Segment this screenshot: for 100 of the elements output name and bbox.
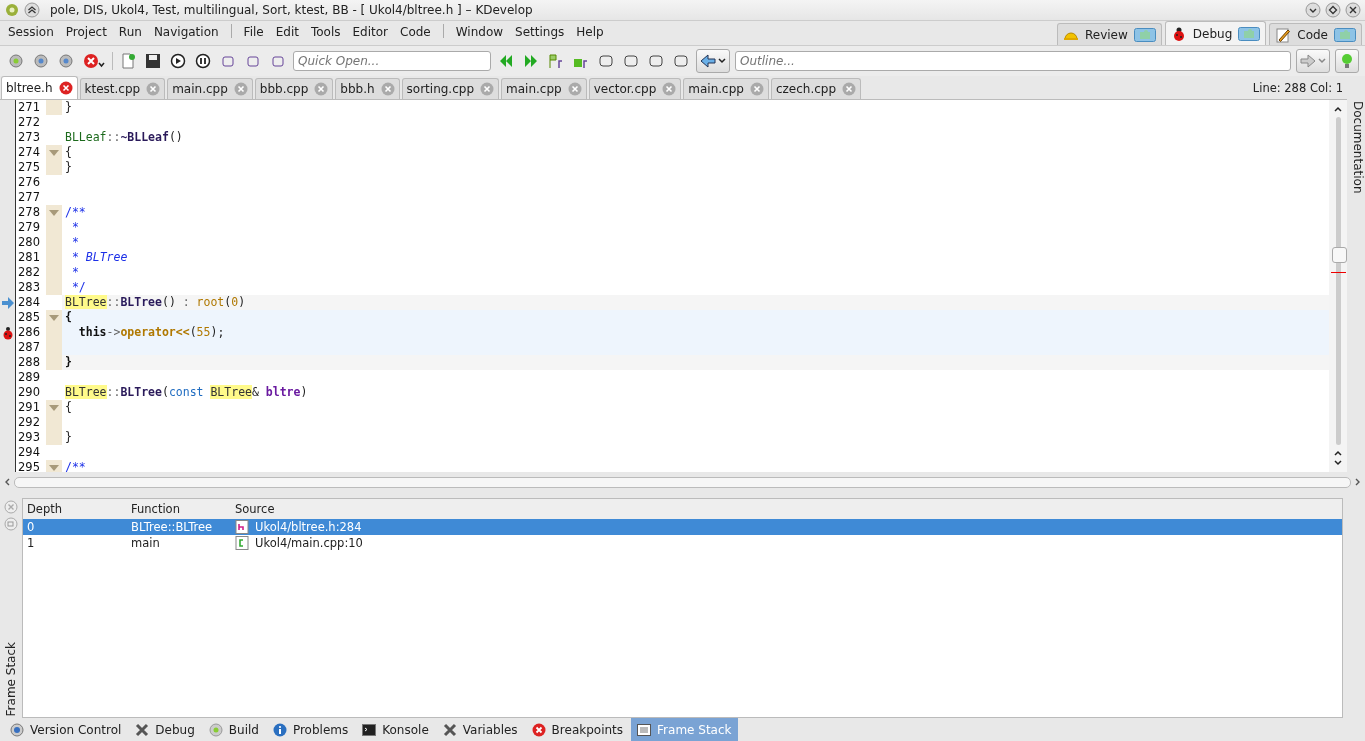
document-tab[interactable]: bbb.h xyxy=(335,78,400,99)
perspective-tab[interactable]: Code xyxy=(1269,23,1362,45)
fold-region-bar[interactable] xyxy=(46,145,62,160)
document-tab[interactable]: main.cpp xyxy=(683,78,769,99)
tool-view-button[interactable]: Problems xyxy=(266,718,355,741)
terminal-icon xyxy=(362,722,377,737)
line-number: 284 xyxy=(15,295,46,310)
line-number: 290 xyxy=(15,385,46,400)
document-tab[interactable]: main.cpp xyxy=(167,78,253,99)
table-row[interactable]: 1 main Ukol4/main.cpp:10 xyxy=(23,535,1342,551)
menu-item[interactable]: Project xyxy=(59,25,113,45)
fold-triangle-icon[interactable] xyxy=(49,404,59,411)
fold-triangle-icon[interactable] xyxy=(49,209,59,216)
perspective-tab[interactable]: Review xyxy=(1056,23,1162,45)
gear-icon[interactable] xyxy=(33,53,49,69)
document-tab[interactable]: bltree.h xyxy=(1,76,78,99)
forward-button[interactable] xyxy=(1296,49,1330,73)
gear-icon[interactable] xyxy=(8,53,24,69)
column-header[interactable]: Depth xyxy=(23,502,127,516)
pause-icon[interactable] xyxy=(195,53,211,69)
line-number: 289 xyxy=(15,370,46,385)
puzzle-icon xyxy=(1238,26,1261,41)
fold-triangle-icon[interactable] xyxy=(49,149,59,156)
code-line: * BLTree xyxy=(70,250,129,265)
outline-field[interactable]: Outline... xyxy=(735,51,1291,71)
hint-button[interactable] xyxy=(1335,49,1359,73)
save-icon[interactable] xyxy=(145,53,161,69)
document-tab[interactable]: vector.cpp xyxy=(588,78,682,99)
fold-region-bar[interactable] xyxy=(46,460,62,472)
stop-icon[interactable] xyxy=(83,53,105,69)
play-icon[interactable] xyxy=(170,53,186,69)
fold-region-bar[interactable] xyxy=(46,310,62,325)
back-arrow-icon[interactable] xyxy=(498,53,514,69)
documentation-tab[interactable]: Documentation xyxy=(1347,99,1365,472)
current-line-marker xyxy=(1330,272,1346,273)
menu-item[interactable]: Help xyxy=(570,25,610,45)
tool-view-button[interactable]: Version Control xyxy=(4,718,128,741)
panel-title: Frame Stack xyxy=(4,641,18,718)
menu-item[interactable]: Settings xyxy=(509,25,571,45)
light-bulb-icon xyxy=(1339,53,1355,69)
scroll-down-icon[interactable] xyxy=(1334,460,1342,466)
code-line: } xyxy=(64,100,73,115)
maximize-icon[interactable] xyxy=(1325,2,1341,18)
cpp-file-icon xyxy=(235,536,249,550)
scroll-left-icon[interactable] xyxy=(4,478,10,486)
code-line: } xyxy=(64,160,73,175)
close-icon[interactable] xyxy=(58,81,73,95)
menu-item[interactable]: Edit xyxy=(269,25,305,45)
menu-item[interactable]: Window xyxy=(449,25,510,45)
table-row[interactable]: 0 BLTree::BLTree Ukol4/bltree.h:284 xyxy=(23,519,1342,535)
scrollbar-thumb[interactable] xyxy=(1331,247,1347,263)
vertical-scrollbar[interactable] xyxy=(1329,100,1347,472)
minimize-icon[interactable] xyxy=(1305,2,1321,18)
menu-item[interactable]: Code xyxy=(394,25,437,45)
flag-icon[interactable] xyxy=(548,53,564,69)
keep-above-icon[interactable] xyxy=(24,2,40,18)
menu-item[interactable]: Navigation xyxy=(147,25,225,45)
tool-view-button[interactable]: Build xyxy=(202,718,265,741)
tool-view-button[interactable]: Konsole xyxy=(356,718,435,741)
new-file-icon[interactable] xyxy=(120,53,136,69)
document-tab[interactable]: ktest.cpp xyxy=(79,78,166,99)
perspective-tab[interactable]: Debug xyxy=(1164,21,1267,45)
scroll-up-icon[interactable] xyxy=(1334,106,1342,112)
quick-open-field[interactable]: Quick Open... xyxy=(293,51,491,71)
stop-icon xyxy=(531,722,546,737)
fold-region-bar[interactable] xyxy=(46,400,62,415)
table-cell-text: 0 xyxy=(26,520,36,534)
close-icon[interactable] xyxy=(1345,2,1361,18)
menu-item[interactable]: Session xyxy=(2,25,60,45)
tools-icon xyxy=(442,722,457,737)
table-cell: Ukol4/bltree.h:284 xyxy=(255,520,362,534)
menu-item[interactable]: File xyxy=(237,25,270,45)
menu-item[interactable]: Run xyxy=(112,25,148,45)
tools-icon xyxy=(135,722,150,737)
document-tab[interactable]: sorting.cpp xyxy=(401,78,499,99)
scroll-up-icon[interactable] xyxy=(1334,450,1342,456)
scroll-right-icon[interactable] xyxy=(1355,478,1361,486)
document-tab[interactable]: main.cpp xyxy=(501,78,587,99)
column-header[interactable]: Function xyxy=(127,502,231,516)
menu-item[interactable]: Editor xyxy=(346,25,395,45)
detach-icon[interactable] xyxy=(4,517,18,531)
document-tab[interactable]: czech.cpp xyxy=(770,78,862,99)
forward-arrow-icon[interactable] xyxy=(523,53,539,69)
back-button[interactable] xyxy=(696,49,730,73)
tool-view-button[interactable]: Variables xyxy=(436,718,524,741)
tool-view-button[interactable]: Breakpoints xyxy=(525,718,630,741)
document-tab[interactable]: bbb.cpp xyxy=(254,78,334,99)
cursor-position: Line: 288 Col: 1 xyxy=(1252,81,1344,97)
fold-region-bar[interactable] xyxy=(46,205,62,220)
gear-icon xyxy=(208,722,223,737)
fold-triangle-icon[interactable] xyxy=(49,314,59,321)
tool-view-button[interactable]: Debug xyxy=(129,718,201,741)
fold-triangle-icon[interactable] xyxy=(49,464,59,471)
menu-item[interactable]: Tools xyxy=(304,25,347,45)
line-number: 276 xyxy=(15,175,46,190)
left-arrow-icon xyxy=(700,53,716,69)
caret-icon xyxy=(1318,57,1326,65)
code-line: * xyxy=(70,235,80,250)
column-header[interactable]: Source xyxy=(231,502,1342,516)
pencil-paper-icon xyxy=(1275,26,1292,43)
